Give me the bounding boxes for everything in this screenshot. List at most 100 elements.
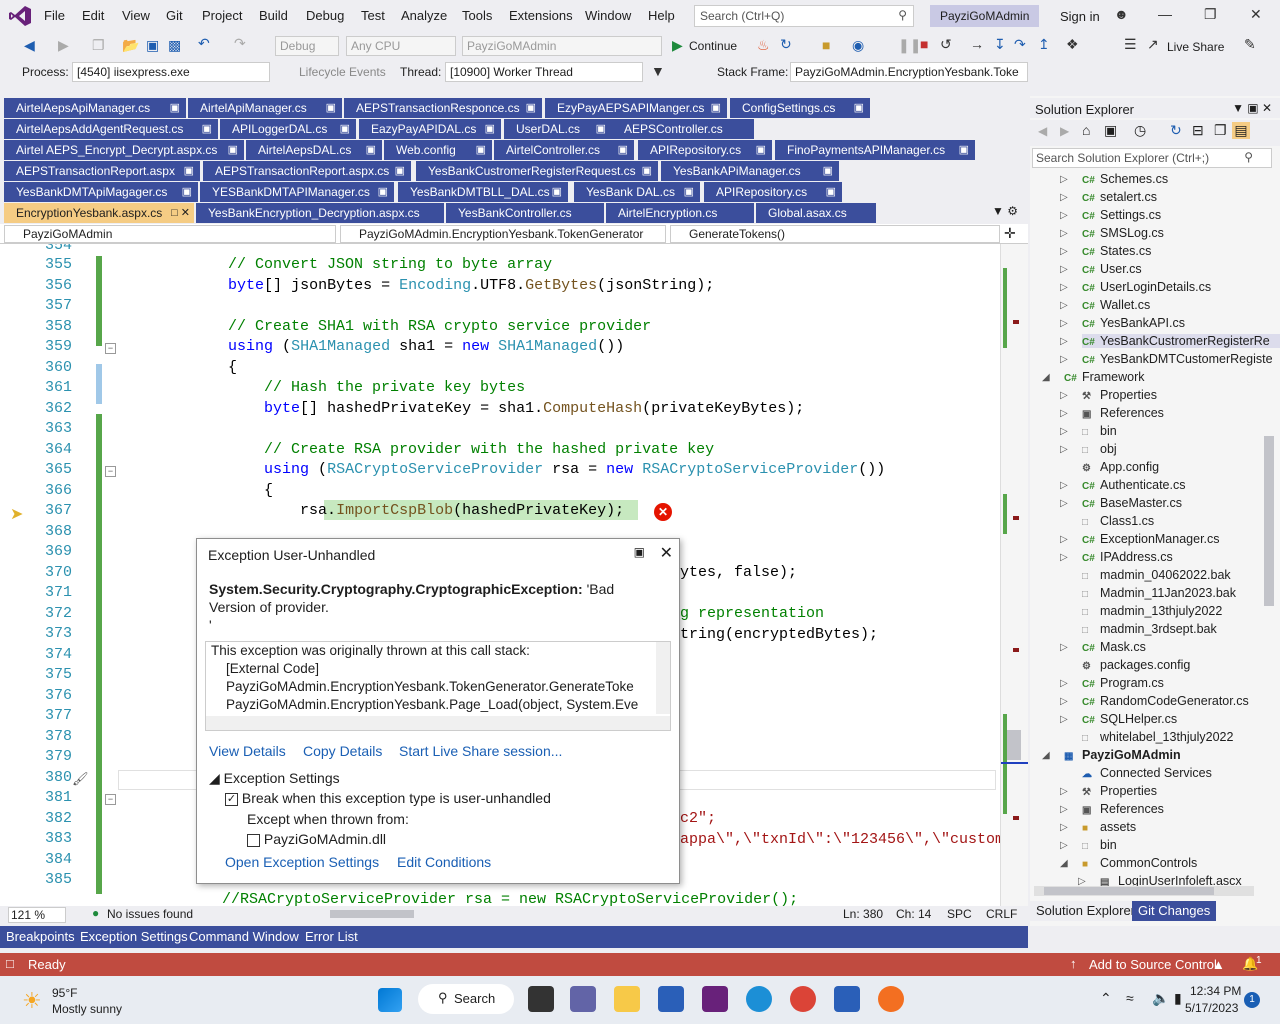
menu-help[interactable]: Help bbox=[648, 8, 675, 23]
collapsed-arrow-icon[interactable]: ▷ bbox=[1060, 480, 1068, 491]
menu-window[interactable]: Window bbox=[585, 8, 631, 23]
doc-tab[interactable]: Airtel AEPS_Encrypt_Decrypt.aspx.cs ▣ bbox=[4, 140, 244, 160]
tree-item[interactable]: ▷ C# IPAddress.cs bbox=[1060, 550, 1173, 564]
doc-tab[interactable]: AirtelEncryption.cs bbox=[606, 203, 754, 223]
doc-tab[interactable]: APIRepository.cs ▣ bbox=[638, 140, 772, 160]
se-forward-icon[interactable]: ▶ bbox=[1060, 124, 1069, 138]
tree-item[interactable]: ▷ C# Program.cs bbox=[1060, 676, 1164, 690]
open-exception-settings-link[interactable]: Open Exception Settings bbox=[225, 854, 379, 870]
menu-test[interactable]: Test bbox=[361, 8, 385, 23]
doc-tab[interactable]: AirtelApiManager.cs ▣ bbox=[188, 98, 342, 118]
doc-tab[interactable]: YesBankController.cs bbox=[446, 203, 604, 223]
new-item-icon[interactable]: ❐ bbox=[92, 37, 105, 54]
issues-status[interactable]: No issues found bbox=[107, 907, 193, 921]
collapsed-arrow-icon[interactable]: ▷ bbox=[1060, 408, 1068, 419]
horizontal-scrollbar[interactable] bbox=[330, 910, 414, 918]
continue-button[interactable]: Continue bbox=[689, 39, 737, 53]
tree-vscrollbar[interactable] bbox=[1264, 436, 1274, 606]
search-input[interactable]: Search (Ctrl+Q) ⚲ bbox=[694, 5, 914, 27]
clock-date[interactable]: 5/17/2023 bbox=[1185, 1001, 1238, 1015]
tree-item[interactable]: ⚙ App.config bbox=[1082, 460, 1159, 474]
dll-checkbox[interactable] bbox=[247, 833, 260, 847]
collapsed-arrow-icon[interactable]: ▷ bbox=[1060, 822, 1068, 833]
glyph-margin[interactable] bbox=[0, 244, 40, 906]
home-icon[interactable]: ⌂ bbox=[1082, 122, 1090, 138]
stack-hscrollbar[interactable] bbox=[206, 716, 670, 730]
collapsed-arrow-icon[interactable]: ▷ bbox=[1060, 228, 1068, 239]
menu-file[interactable]: File bbox=[44, 8, 65, 23]
tree-item[interactable]: ▷ C# YesBankDMTCustomerRegiste bbox=[1060, 352, 1273, 366]
line-ending-indicator[interactable]: CRLF bbox=[986, 907, 1017, 921]
start-icon[interactable] bbox=[378, 988, 402, 1012]
doc-tab[interactable]: AEPSTransactionReport.aspx.cs ▣ bbox=[203, 161, 411, 181]
show-next-statement-icon[interactable]: → bbox=[970, 36, 984, 52]
collapsed-arrow-icon[interactable]: ▷ bbox=[1060, 804, 1068, 815]
doc-tab[interactable]: YESBankDMTAPIManager.cs ▣ bbox=[200, 182, 394, 202]
doc-tab[interactable]: YesBankDMTApiMagager.cs ▣ bbox=[4, 182, 198, 202]
collapse-toggle[interactable]: − bbox=[105, 794, 116, 805]
browser-link-icon[interactable]: ■ bbox=[822, 37, 830, 53]
doc-tab[interactable]: AirtelAepsApiManager.cs ▣ bbox=[4, 98, 186, 118]
menu-build[interactable]: Build bbox=[259, 8, 288, 23]
tab-overflow-icon[interactable]: ▼ ⚙ bbox=[992, 204, 1018, 218]
process-select[interactable]: [4540] iisexpress.exe bbox=[72, 62, 270, 82]
tree-item[interactable]: ▷ ■ assets bbox=[1060, 820, 1136, 834]
collapsed-arrow-icon[interactable]: ▷ bbox=[1060, 552, 1068, 563]
restore-icon[interactable]: ❐ bbox=[1204, 6, 1217, 23]
tree-item[interactable]: ▷ C# YesBankCustromerRegisterRe bbox=[1060, 334, 1280, 348]
tree-item[interactable]: ◢ ▦ PayziGoMAdmin bbox=[1042, 748, 1181, 762]
doc-tab[interactable]: FinoPaymentsAPIManager.cs ▣ bbox=[775, 140, 975, 160]
collapsed-arrow-icon[interactable]: ▷ bbox=[1060, 786, 1068, 797]
solution-search-input[interactable]: Search Solution Explorer (Ctrl+;) ⚲ bbox=[1032, 148, 1272, 168]
doc-tab[interactable]: AEPSController.cs bbox=[612, 119, 754, 139]
source-control-caret-icon[interactable]: ▲ bbox=[1212, 957, 1225, 972]
step-out-icon[interactable]: ↥ bbox=[1038, 36, 1050, 53]
save-all-icon[interactable]: ▩ bbox=[168, 37, 181, 54]
tree-item[interactable]: ▷ C# Authenticate.cs bbox=[1060, 478, 1185, 492]
collapsed-arrow-icon[interactable]: ▷ bbox=[1060, 300, 1068, 311]
doc-tab[interactable]: AirtelAepsAddAgentRequest.cs ▣ bbox=[4, 119, 218, 139]
tree-item[interactable]: ▷ □ bin bbox=[1060, 838, 1117, 852]
volume-icon[interactable]: 🔈 bbox=[1152, 990, 1169, 1007]
configuration-select[interactable]: Debug bbox=[275, 36, 339, 56]
store-icon[interactable] bbox=[658, 986, 684, 1012]
tree-item[interactable]: ▷ C# RandomCodeGenerator.cs bbox=[1060, 694, 1249, 708]
expanded-arrow-icon[interactable]: ◢ bbox=[1042, 372, 1050, 383]
member-nav-select[interactable]: GenerateTokens() bbox=[670, 225, 1000, 243]
project-nav-select[interactable]: PayziGoMAdmin bbox=[4, 225, 336, 243]
error-icon[interactable]: ✕ bbox=[654, 503, 672, 521]
tree-item[interactable]: ▷ ⚒ Properties bbox=[1060, 784, 1157, 798]
doc-tab[interactable]: EzyPayAEPSAPIManger.cs ▣ bbox=[545, 98, 727, 118]
taskbar-search[interactable]: ⚲ Search bbox=[418, 984, 514, 1014]
doc-tab[interactable]: APIRepository.cs ▣ bbox=[704, 182, 842, 202]
tree-item[interactable]: ▷ ▣ References bbox=[1060, 802, 1164, 816]
collapsed-arrow-icon[interactable]: ▷ bbox=[1060, 282, 1068, 293]
pause-icon[interactable]: ❚❚ bbox=[898, 37, 921, 54]
doc-tab[interactable]: YesBankCustromerRegisterRequest.cs ▣ bbox=[416, 161, 658, 181]
tree-item[interactable]: ▷ C# setalert.cs bbox=[1060, 190, 1157, 204]
tree-item[interactable]: ▷ C# UserLoginDetails.cs bbox=[1060, 280, 1211, 294]
tree-item[interactable]: ▷ C# SQLHelper.cs bbox=[1060, 712, 1177, 726]
tree-item[interactable]: ▷ C# Wallet.cs bbox=[1060, 298, 1150, 312]
startup-project-select[interactable]: PayziGoMAdmin bbox=[462, 36, 662, 56]
edge-icon[interactable] bbox=[746, 986, 772, 1012]
step-into-icon[interactable]: ↧ bbox=[994, 36, 1006, 53]
lifecycle-events-button[interactable]: Lifecycle Events bbox=[299, 65, 386, 79]
task-view-icon[interactable] bbox=[528, 986, 554, 1012]
collapsed-arrow-icon[interactable]: ▷ bbox=[1060, 498, 1068, 509]
collapsed-arrow-icon[interactable]: ▷ bbox=[1060, 426, 1068, 437]
notification-badge[interactable]: 1 bbox=[1244, 992, 1260, 1008]
tree-item[interactable]: □ whitelabel_13thjuly2022 bbox=[1082, 730, 1233, 744]
menu-git[interactable]: Git bbox=[166, 8, 183, 23]
dll-option[interactable]: PayziGoMAdmin.dll bbox=[247, 831, 386, 847]
back-icon[interactable]: ◀ bbox=[24, 37, 35, 54]
platform-select[interactable]: Any CPU bbox=[346, 36, 456, 56]
tree-item[interactable]: □ madmin_3rdsept.bak bbox=[1082, 622, 1217, 636]
menu-analyze[interactable]: Analyze bbox=[401, 8, 447, 23]
save-icon[interactable]: ▣ bbox=[146, 37, 159, 54]
collapsed-arrow-icon[interactable]: ▷ bbox=[1060, 318, 1068, 329]
account-icon[interactable]: ☻ bbox=[1114, 6, 1129, 22]
doc-tab[interactable]: EazyPayAPIDAL.cs ▣ bbox=[359, 119, 501, 139]
step-over-icon[interactable]: ↷ bbox=[1014, 36, 1026, 53]
visual-studio-taskbar-icon[interactable] bbox=[702, 986, 728, 1012]
